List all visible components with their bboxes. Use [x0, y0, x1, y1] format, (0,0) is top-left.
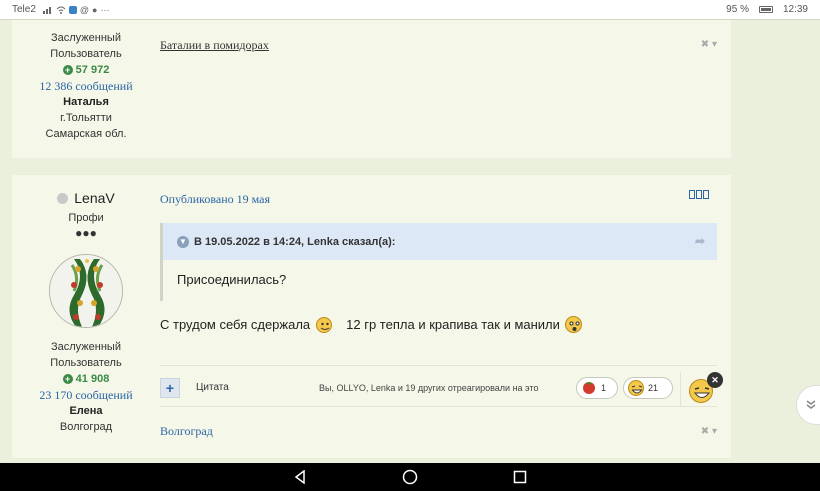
quote-button[interactable]: Цитата — [196, 382, 229, 393]
clock: 12:39 — [782, 4, 808, 15]
author-rank-line2: Пользователь — [50, 48, 122, 60]
status-icons: @ ● ··· — [42, 4, 110, 15]
system-nav-bar — [0, 463, 820, 491]
back-button[interactable] — [290, 467, 310, 487]
reactions-summary-link[interactable]: Вы, OLLYO, Lenka и 19 других отреагирова… — [319, 383, 538, 393]
post-card: LenaV Профи ●●● Заслуженный Пользователь… — [12, 175, 731, 458]
reaction-pill[interactable]: 21 — [623, 377, 673, 399]
wifi-icon — [56, 6, 66, 14]
quote-text: Присоединилась? — [177, 272, 287, 287]
share-icon[interactable]: ➦ — [695, 234, 705, 248]
message-count-link[interactable]: 12 386 сообщений — [12, 78, 160, 94]
quote-block: ▼ В 19.05.2022 в 14:24, Lenka сказал(а):… — [160, 223, 717, 301]
double-chevron-down-icon — [806, 400, 816, 409]
back-icon — [294, 470, 305, 484]
author-username[interactable]: LenaV — [12, 190, 160, 206]
reaction-pill[interactable]: 1 — [576, 377, 618, 399]
author-real-name: Елена — [69, 405, 103, 417]
author-group: Профи — [68, 212, 104, 224]
tomato-reaction-icon — [581, 379, 597, 397]
divider — [160, 406, 717, 407]
author-real-name: Наталья — [63, 96, 109, 108]
recents-button[interactable] — [510, 467, 530, 487]
author-rank-line1: Заслуженный — [51, 32, 121, 44]
recents-icon — [513, 470, 527, 484]
author-rank-line2: Пользователь — [50, 357, 122, 369]
post-content: С трудом себя сдержала 12 гр тепла и кра… — [160, 316, 582, 333]
reputation-value: 41 908 — [75, 373, 110, 385]
author-panel: Заслуженный Пользователь + 57 972 12 386… — [12, 30, 160, 142]
author-panel: LenaV Профи ●●● Заслуженный Пользователь… — [12, 190, 160, 435]
status-bar: Tele2 @ ● ··· 95 % 12:39 — [0, 0, 820, 20]
chevron-down-icon[interactable]: ▼ — [177, 235, 189, 248]
carrier-label: Tele2 — [12, 4, 36, 15]
react-button[interactable]: ✕ — [680, 372, 723, 406]
smile-emoji-icon — [316, 316, 333, 333]
close-icon[interactable]: ✕ — [707, 372, 723, 388]
scroll-side-tab[interactable] — [796, 385, 820, 425]
chevron-down-icon: ▾ — [711, 39, 717, 50]
post-card: Заслуженный Пользователь + 57 972 12 386… — [12, 20, 731, 158]
author-city: Волгоград — [59, 421, 113, 433]
more-options-button[interactable] — [689, 190, 709, 203]
reaction-count: 1 — [601, 383, 607, 393]
battery-icon — [758, 6, 773, 13]
message-count-link[interactable]: 23 170 сообщений — [12, 387, 160, 403]
quote-header[interactable]: ▼ В 19.05.2022 в 14:24, Lenka сказал(а):… — [163, 223, 717, 260]
post-date-link[interactable]: Опубликовано 19 мая — [160, 192, 270, 207]
post-text-part1: С трудом себя сдержала — [160, 317, 311, 332]
at-icon: @ — [79, 4, 90, 15]
avatar[interactable] — [49, 254, 123, 328]
signature-controls[interactable]: ✖ ▾ — [701, 39, 717, 50]
surprised-emoji-icon — [564, 316, 582, 333]
battery-label: 95 % — [726, 4, 749, 15]
offline-status-icon — [57, 192, 69, 204]
post-text-part2: 12 гр тепла и крапива так и манили — [346, 317, 560, 332]
more-icon — [689, 190, 709, 199]
chat-icon: ● — [92, 4, 98, 15]
app-icon — [68, 5, 77, 14]
signal-icon — [42, 6, 51, 14]
signature-controls[interactable]: ✖ ▾ — [701, 426, 717, 437]
author-region: Самарская обл. — [45, 128, 127, 140]
home-icon — [402, 469, 418, 485]
signature-link[interactable]: Волгоград — [160, 424, 213, 439]
author-username-text[interactable]: LenaV — [74, 190, 114, 206]
christmas-tree-avatar-icon — [50, 255, 122, 327]
reputation: + 57 972 — [12, 62, 160, 78]
plus-circle-icon: + — [62, 374, 73, 384]
home-button[interactable] — [400, 467, 420, 487]
laughing-reaction-icon — [628, 380, 644, 396]
chevron-down-icon: ▾ — [711, 426, 717, 437]
plus-icon: + — [165, 380, 175, 396]
signature-link[interactable]: Баталии в помидорах — [160, 38, 269, 53]
reaction-count: 21 — [648, 383, 659, 393]
reputation-value: 57 972 — [75, 64, 110, 76]
author-rank-line1: Заслуженный — [51, 341, 121, 353]
author-city: г.Тольятти — [60, 112, 112, 124]
plus-circle-icon: + — [62, 65, 73, 75]
close-icon: ✖ — [700, 39, 710, 50]
multiquote-button[interactable]: + — [160, 378, 180, 398]
quote-header-text: В 19.05.2022 в 14:24, Lenka сказал(а): — [194, 235, 396, 248]
rank-pips: ●●● — [75, 226, 97, 240]
close-icon: ✖ — [700, 426, 710, 437]
divider — [160, 365, 717, 366]
reputation: + 41 908 — [12, 371, 160, 387]
notification-icons: ··· — [100, 4, 110, 15]
